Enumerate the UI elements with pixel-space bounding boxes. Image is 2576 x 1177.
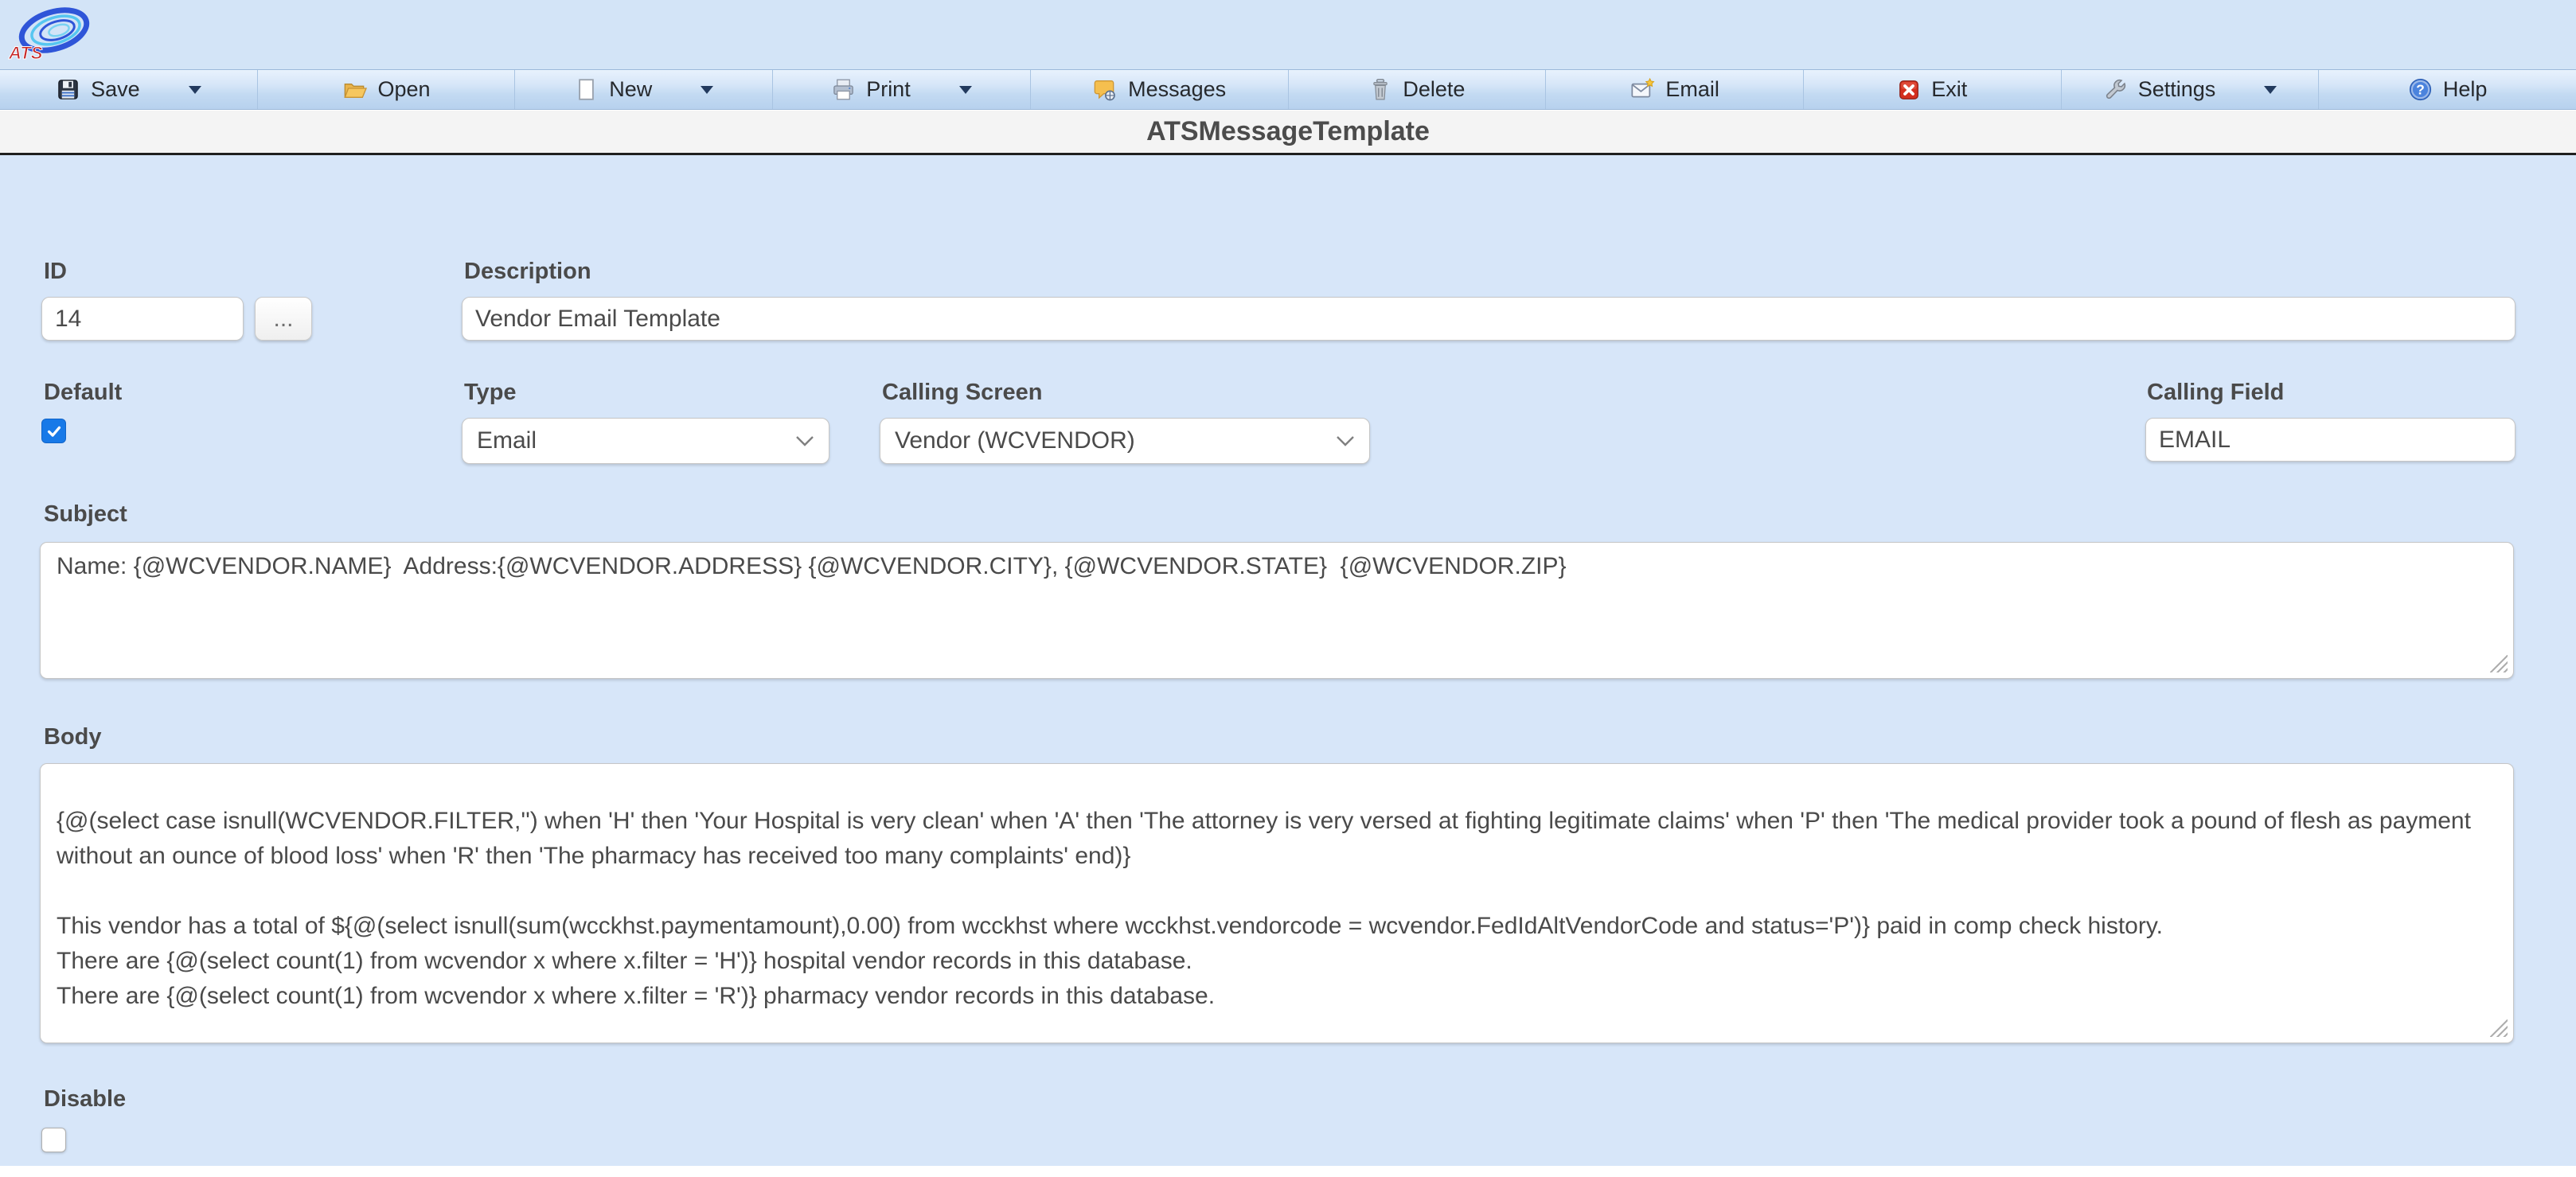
svg-text:?: ? [2416, 82, 2425, 98]
chevron-down-icon [795, 435, 814, 447]
toolbar-button-print[interactable]: Print [773, 70, 1031, 109]
form-panel: ID ... Description Default Type Email Ca… [0, 155, 2576, 1166]
toolbar-button-messages[interactable]: Messages [1031, 70, 1289, 109]
email-icon [1630, 77, 1655, 103]
body-label: Body [44, 724, 102, 750]
disable-label: Disable [44, 1086, 126, 1113]
toolbar-button-exit[interactable]: Exit [1804, 70, 2062, 109]
calling-screen-label: Calling Screen [882, 380, 1042, 406]
calling-field-label: Calling Field [2147, 380, 2284, 406]
toolbar-label-open: Open [378, 77, 431, 102]
open-folder-icon [342, 77, 368, 103]
toolbar-label-new: New [609, 77, 652, 102]
toolbar-label-exit: Exit [1931, 77, 1967, 102]
ats-logo-text: ATS [8, 43, 43, 63]
toolbar-button-email[interactable]: Email [1546, 70, 1804, 109]
toolbar-label-print: Print [866, 77, 911, 102]
app-window: ATS Save [0, 0, 2576, 1177]
toolbar-button-settings[interactable]: Settings [2062, 70, 2320, 109]
toolbar: Save Open New [0, 69, 2576, 110]
calling-field-input[interactable] [2145, 418, 2516, 462]
toolbar-button-delete[interactable]: Delete [1289, 70, 1547, 109]
id-browse-button[interactable]: ... [255, 297, 312, 341]
page-title: ATSMessageTemplate [1146, 116, 1430, 147]
new-menu-caret-icon[interactable] [701, 86, 713, 94]
description-label: Description [464, 259, 591, 285]
save-icon [56, 77, 80, 102]
description-input[interactable] [462, 297, 2516, 341]
calling-screen-select-value: Vendor (WCVENDOR) [895, 427, 1135, 454]
messages-icon [1092, 77, 1118, 103]
settings-icon [2103, 77, 2128, 102]
toolbar-button-help[interactable]: ? Help [2319, 70, 2576, 109]
disable-checkbox[interactable] [41, 1128, 66, 1152]
check-icon [45, 423, 63, 440]
toolbar-label-save: Save [91, 77, 140, 102]
id-label: ID [44, 259, 67, 285]
help-icon: ? [2408, 77, 2433, 102]
chevron-down-icon [1336, 435, 1355, 447]
settings-menu-caret-icon[interactable] [2264, 86, 2277, 94]
exit-icon [1897, 78, 1921, 102]
toolbar-label-help: Help [2443, 77, 2488, 102]
body-textarea[interactable]: {@(select case isnull(WCVENDOR.FILTER,''… [40, 763, 2514, 1043]
default-label: Default [44, 380, 122, 406]
title-bar: ATSMessageTemplate [0, 111, 2576, 155]
toolbar-button-save[interactable]: Save [0, 70, 258, 109]
top-strip: ATS [0, 0, 2576, 69]
print-menu-caret-icon[interactable] [959, 86, 972, 94]
print-icon [831, 77, 856, 102]
delete-icon [1368, 78, 1392, 102]
save-menu-caret-icon[interactable] [189, 86, 201, 94]
default-checkbox[interactable] [41, 419, 66, 443]
id-input[interactable] [41, 297, 244, 341]
toolbar-label-messages: Messages [1128, 77, 1226, 102]
new-document-icon [574, 77, 599, 102]
type-select-value: Email [477, 427, 537, 454]
subject-label: Subject [44, 501, 127, 528]
type-select[interactable]: Email [462, 418, 829, 464]
toolbar-button-new[interactable]: New [515, 70, 773, 109]
ats-logo: ATS [8, 3, 94, 67]
type-label: Type [464, 380, 517, 406]
toolbar-label-delete: Delete [1403, 77, 1465, 102]
subject-textarea[interactable]: Name: {@WCVENDOR.NAME} Address:{@WCVENDO… [40, 542, 2514, 679]
toolbar-button-open[interactable]: Open [258, 70, 516, 109]
toolbar-label-settings: Settings [2138, 77, 2216, 102]
calling-screen-select[interactable]: Vendor (WCVENDOR) [880, 418, 1370, 464]
toolbar-label-email: Email [1665, 77, 1719, 102]
